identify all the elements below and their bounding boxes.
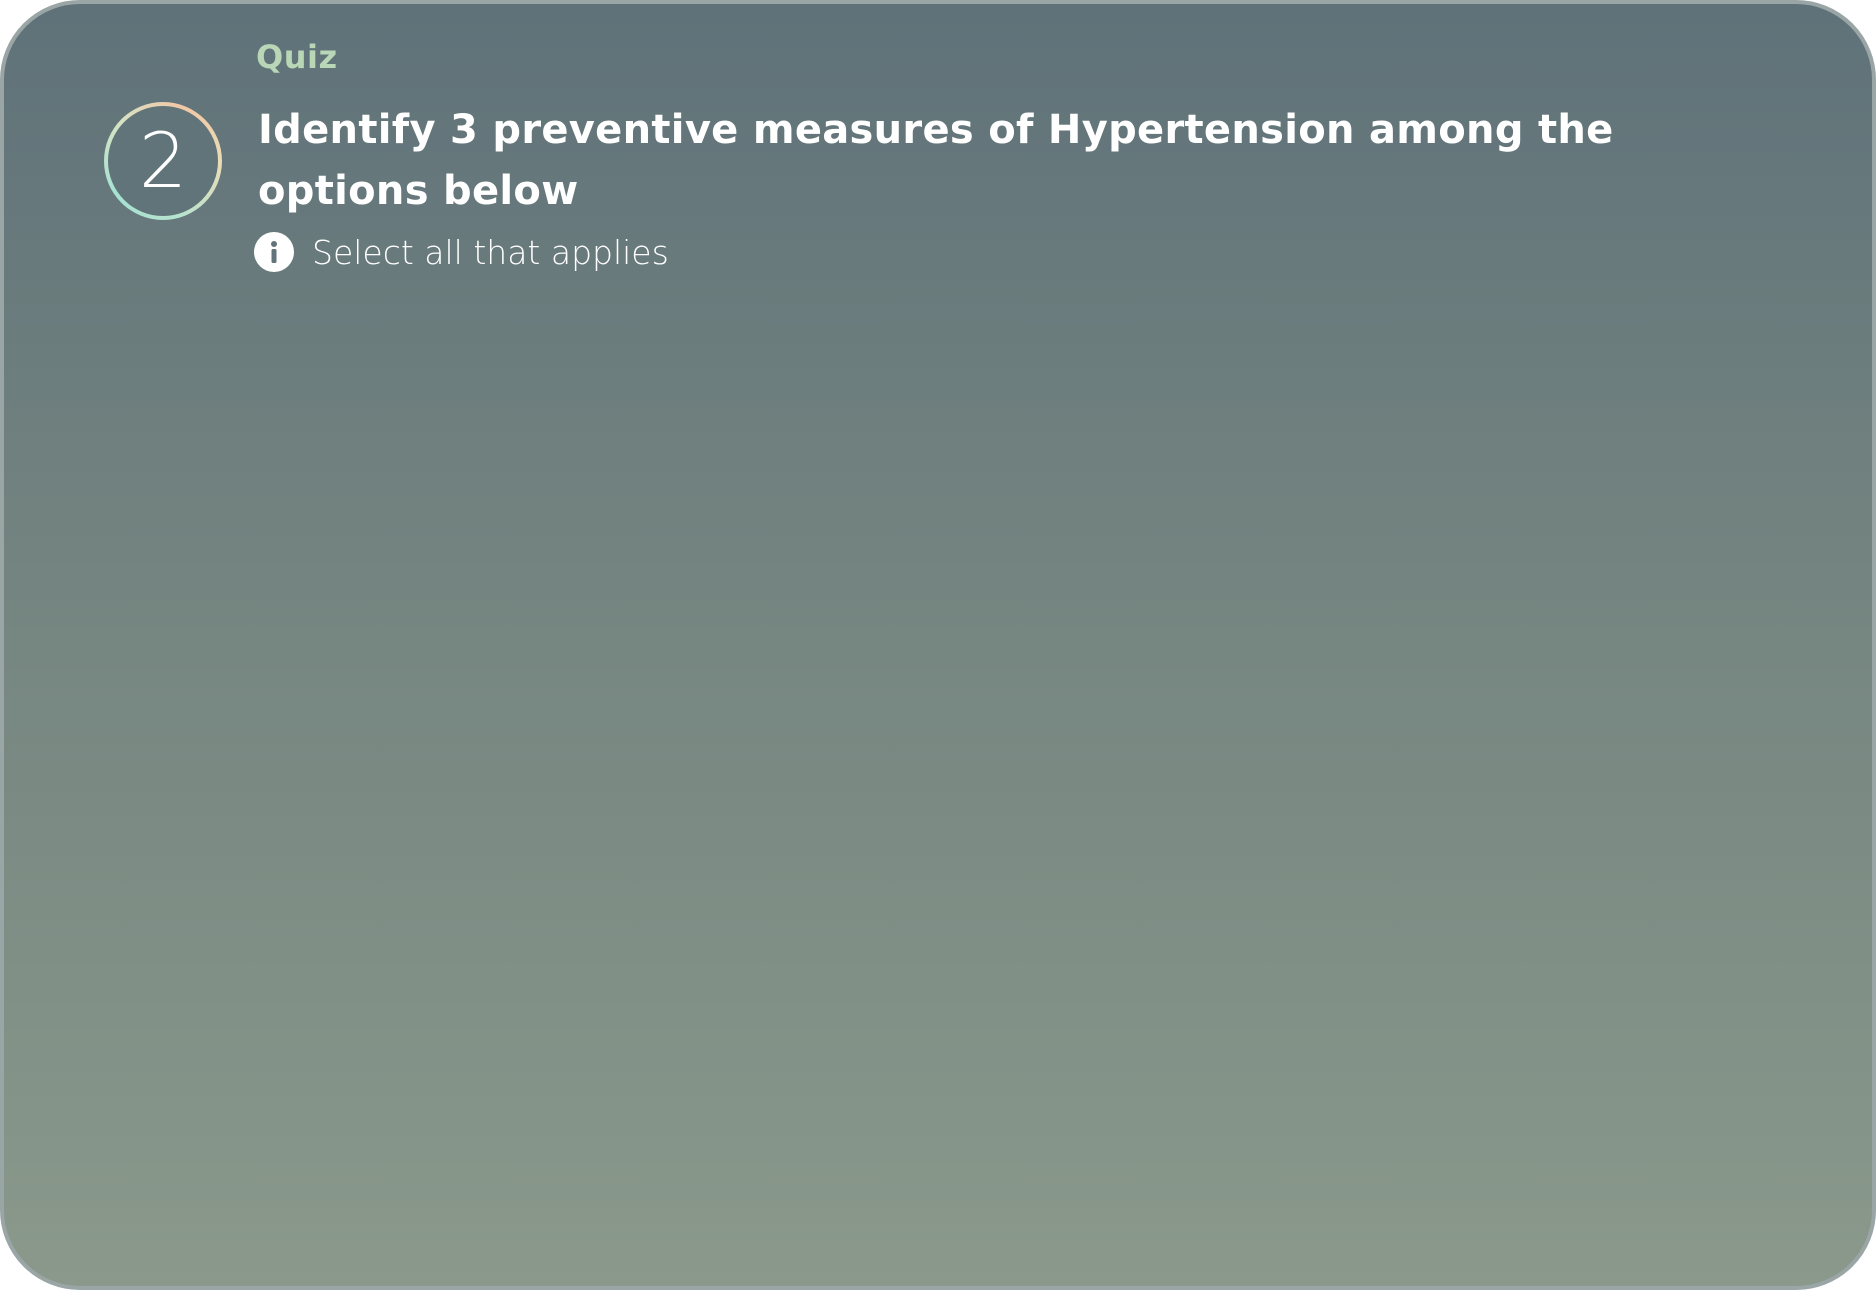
- hint: Select all that applies: [254, 232, 669, 272]
- quiz-card: Quiz 2 Identify 3 preventive measures of…: [0, 0, 1876, 1290]
- question-number: 2: [108, 106, 218, 216]
- question-title: Identify 3 preventive measures of Hypert…: [258, 107, 1614, 214]
- hint-text: Select all that applies: [312, 232, 669, 272]
- quiz-label: Quiz: [256, 38, 338, 76]
- info-icon: [254, 232, 294, 272]
- question-number-badge: 2: [104, 102, 222, 220]
